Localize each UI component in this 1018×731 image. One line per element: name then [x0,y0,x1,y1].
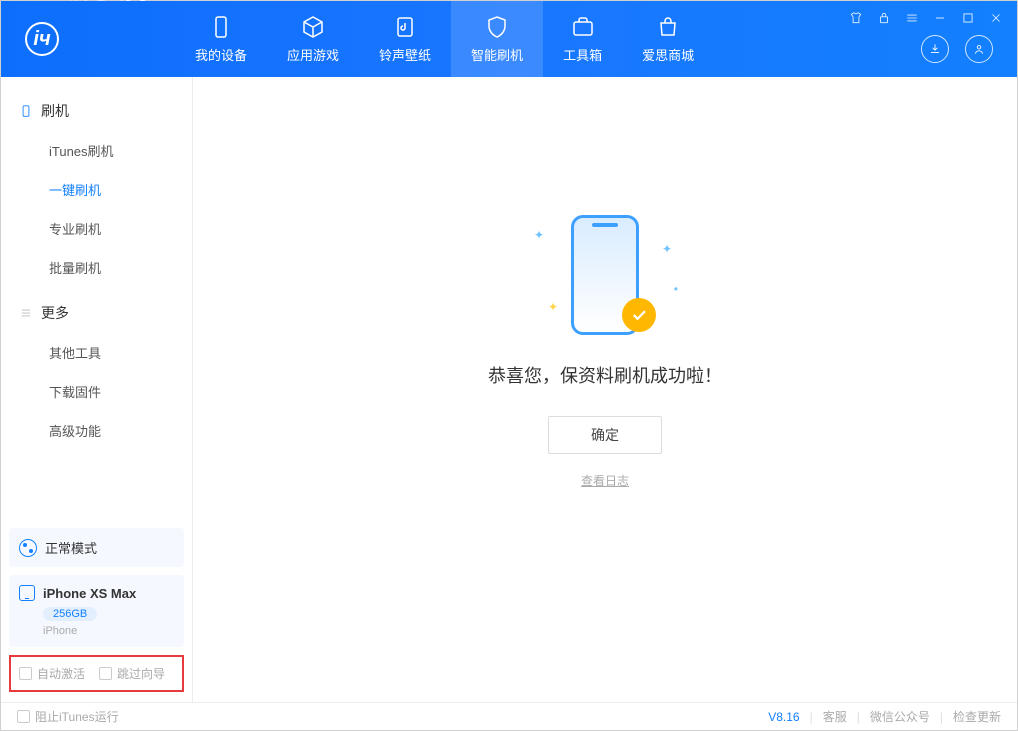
view-log-link[interactable]: 查看日志 [581,472,629,489]
update-link[interactable]: 检查更新 [953,708,1001,725]
device-capacity: 256GB [43,607,97,621]
success-illustration: ✦ ✦ ✦ • [520,210,690,340]
section-flash: 刷机 iTunes刷机 一键刷机 专业刷机 批量刷机 [1,91,192,293]
main-content: ✦ ✦ ✦ • 恭喜您，保资料刷机成功啦！ 确定 查看日志 [193,77,1017,702]
tab-label: 应用游戏 [287,45,339,64]
mode-icon [19,539,37,557]
section-header-more[interactable]: 更多 [1,293,192,333]
logo-icon: iч [25,22,59,56]
shirt-icon[interactable] [847,9,865,27]
sidebar-item-pro[interactable]: 专业刷机 [1,209,192,248]
sidebar: 刷机 iTunes刷机 一键刷机 专业刷机 批量刷机 更多 其他工具 下载固件 … [1,77,193,702]
separator: | [857,710,860,724]
header: iч 爱思助手 www.i4.cn 我的设备 应用游戏 铃声壁纸 智能刷机 工具… [1,1,1017,77]
device-small-icon [19,585,35,601]
phone-icon [209,15,233,39]
check-skip-guide[interactable]: 跳过向导 [99,665,165,682]
sidebar-item-other[interactable]: 其他工具 [1,333,192,372]
check-auto-activate[interactable]: 自动激活 [19,665,85,682]
sidebar-item-itunes[interactable]: iTunes刷机 [1,131,192,170]
tab-label: 我的设备 [195,45,247,64]
sidebar-item-oneclick[interactable]: 一键刷机 [1,170,192,209]
checkbox-icon [17,710,30,723]
version-label: V8.16 [768,710,799,724]
sparkle-icon: ✦ [662,242,672,256]
mode-label: 正常模式 [45,538,97,557]
lock-icon[interactable] [875,9,893,27]
checkbox-icon [99,667,112,680]
check-block-itunes[interactable]: 阻止iTunes运行 [17,708,119,725]
sparkle-icon: ✦ [534,228,544,242]
briefcase-icon [571,15,595,39]
menu-icon[interactable] [903,9,921,27]
separator: | [810,710,813,724]
device-type: iPhone [43,625,174,637]
support-link[interactable]: 客服 [823,708,847,725]
window-controls [847,9,1005,27]
check-badge-icon [622,298,656,332]
header-actions [921,35,993,63]
list-icon [19,306,33,320]
tab-apps[interactable]: 应用游戏 [267,1,359,77]
user-icon[interactable] [965,35,993,63]
sparkle-icon: • [674,282,678,296]
footer-right: V8.16 | 客服 | 微信公众号 | 检查更新 [768,708,1001,725]
checkbox-icon [19,667,32,680]
ok-button[interactable]: 确定 [548,416,662,454]
device-icon [19,104,33,118]
sparkle-icon: ✦ [548,300,558,314]
sidebar-item-firmware[interactable]: 下载固件 [1,372,192,411]
tab-store[interactable]: 爱思商城 [622,1,714,77]
sidebar-item-advanced[interactable]: 高级功能 [1,411,192,450]
tab-label: 爱思商城 [642,45,694,64]
minimize-icon[interactable] [931,9,949,27]
section-header-flash[interactable]: 刷机 [1,91,192,131]
tab-toolbox[interactable]: 工具箱 [543,1,622,77]
tab-ringtone[interactable]: 铃声壁纸 [359,1,451,77]
sidebar-item-batch[interactable]: 批量刷机 [1,248,192,287]
footer: 阻止iTunes运行 V8.16 | 客服 | 微信公众号 | 检查更新 [1,702,1017,730]
separator: | [940,710,943,724]
close-icon[interactable] [987,9,1005,27]
device-name: iPhone XS Max [43,586,136,601]
wechat-link[interactable]: 微信公众号 [870,708,930,725]
tab-device[interactable]: 我的设备 [175,1,267,77]
tab-label: 铃声壁纸 [379,45,431,64]
tab-label: 智能刷机 [471,45,523,64]
checks-highlight: 自动激活 跳过向导 [9,655,184,692]
check-label: 跳过向导 [117,665,165,682]
tab-label: 工具箱 [563,45,602,64]
section-title: 更多 [41,303,69,323]
section-title: 刷机 [41,101,69,121]
cube-icon [301,15,325,39]
mode-box[interactable]: 正常模式 [9,528,184,567]
body: 刷机 iTunes刷机 一键刷机 专业刷机 批量刷机 更多 其他工具 下载固件 … [1,77,1017,702]
device-box[interactable]: iPhone XS Max 256GB iPhone [9,575,184,647]
success-message: 恭喜您，保资料刷机成功啦！ [488,362,722,388]
sidebar-bottom: 正常模式 iPhone XS Max 256GB iPhone 自动激活 跳过向… [1,520,192,702]
logo-text: 爱思助手 www.i4.cn [69,0,157,96]
check-label: 阻止iTunes运行 [35,708,119,725]
music-icon [393,15,417,39]
app-url: www.i4.cn [69,84,157,96]
app-name: 爱思助手 [69,0,157,84]
bag-icon [656,15,680,39]
section-more: 更多 其他工具 下载固件 高级功能 [1,293,192,456]
shield-icon [485,15,509,39]
check-label: 自动激活 [37,665,85,682]
main-tabs: 我的设备 应用游戏 铃声壁纸 智能刷机 工具箱 爱思商城 [175,1,714,77]
maximize-icon[interactable] [959,9,977,27]
tab-flash[interactable]: 智能刷机 [451,1,543,77]
download-icon[interactable] [921,35,949,63]
logo[interactable]: iч 爱思助手 www.i4.cn [1,0,175,96]
